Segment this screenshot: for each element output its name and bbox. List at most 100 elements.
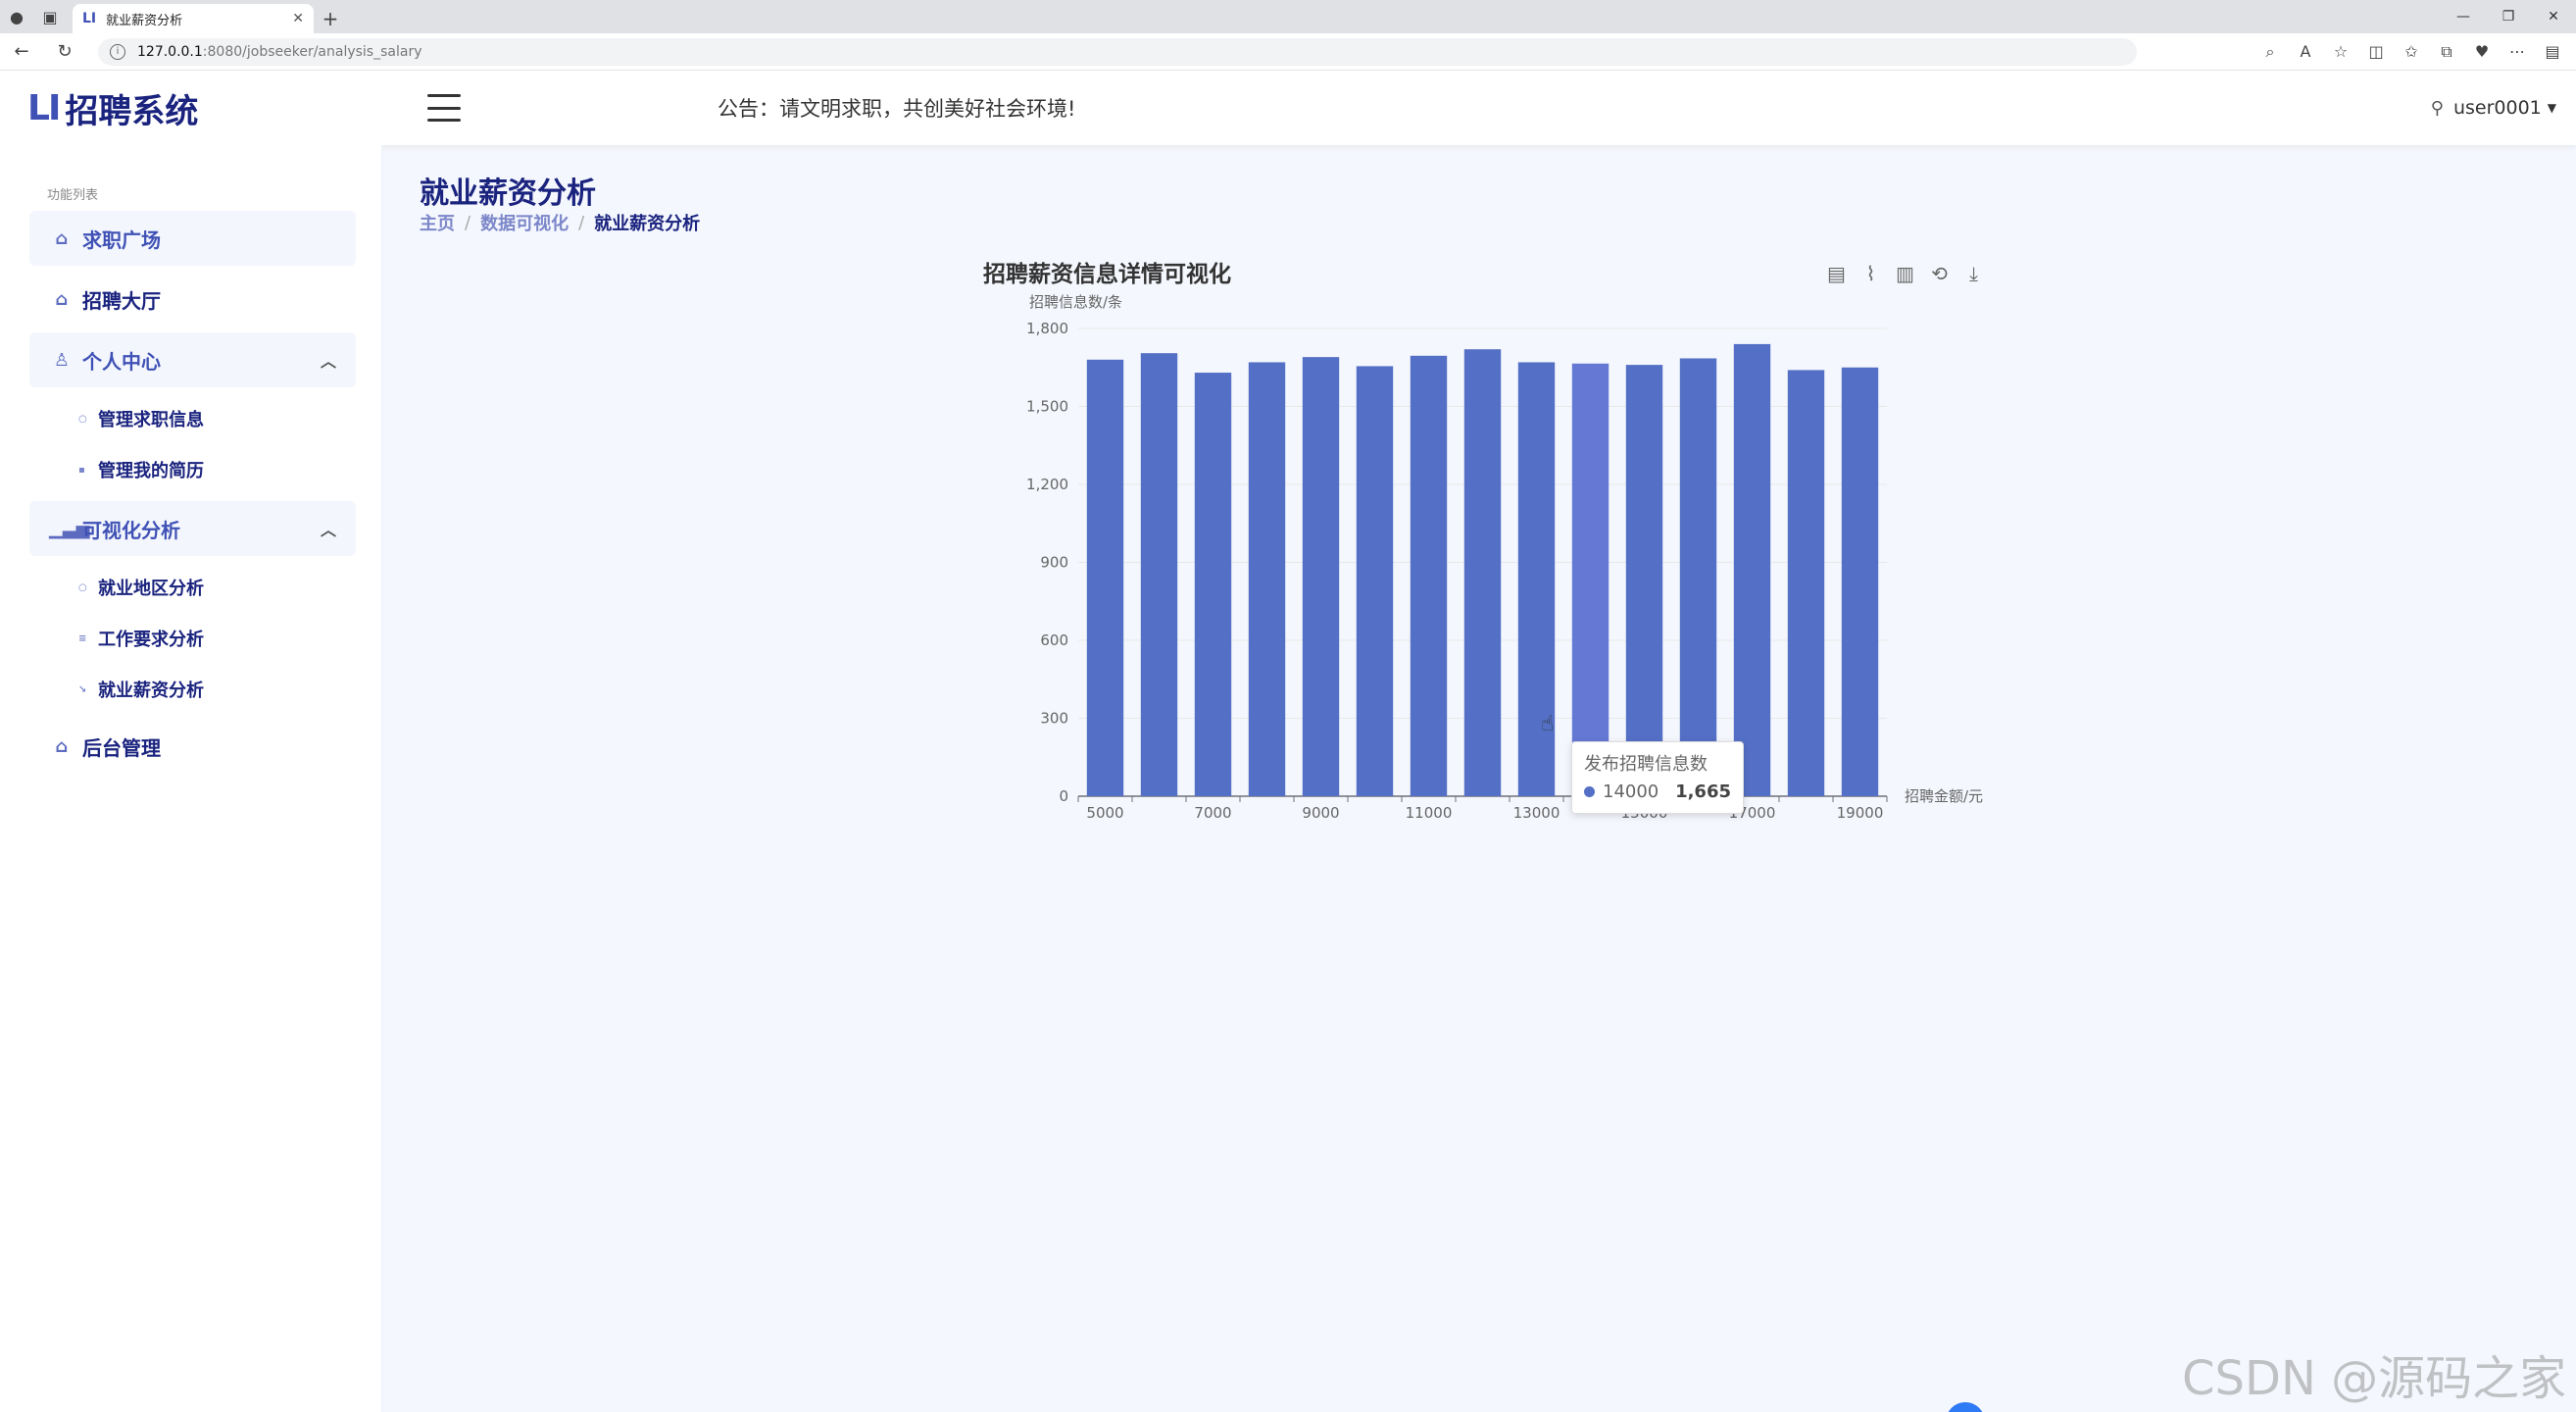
sidebar-caption: 功能列表 <box>47 188 99 203</box>
y-tick-label: 1,800 <box>1026 320 1068 337</box>
bar <box>1194 373 1232 796</box>
sidebar-item-hiring-hall[interactable]: ⌂ 招聘大厅 <box>29 272 356 327</box>
sidebar-toggle-icon[interactable]: ▤ <box>2535 33 2570 71</box>
hand-cursor-icon: ☝ <box>1541 712 1555 736</box>
browser-tab-bar: ● ▣ LI 就业薪资分析 ✕ + — ❐ ✕ <box>0 0 2576 33</box>
breadcrumb-separator: / <box>465 212 471 233</box>
sidebar-item-region-analysis[interactable]: ○ 就业地区分析 <box>0 562 381 613</box>
username: user0001 <box>2452 97 2542 119</box>
home-icon: ⌂ <box>55 227 69 249</box>
extension-icon[interactable]: ♥ <box>2464 33 2500 71</box>
new-tab-button[interactable]: + <box>314 4 347 33</box>
favorites-icon[interactable]: ✩ <box>2394 33 2429 71</box>
dot-icon: ▪ <box>78 464 85 476</box>
back-icon[interactable]: ← <box>0 33 43 71</box>
sidebar-item-requirement-analysis[interactable]: ≡ 工作要求分析 <box>0 613 381 664</box>
info-icon[interactable]: i <box>110 43 125 60</box>
url-host: 127.0.0.1 <box>137 43 203 60</box>
bar <box>1302 357 1340 796</box>
minimize-icon[interactable]: — <box>2441 0 2486 33</box>
x-tick-label: 9000 <box>1302 804 1339 822</box>
user-menu[interactable]: ⚲ user0001 ▼ <box>2431 97 2556 119</box>
bar <box>1463 349 1502 796</box>
tab-actions-icon[interactable]: ▣ <box>33 0 67 33</box>
more-icon[interactable]: ⋯ <box>2500 33 2535 71</box>
dot-icon: ○ <box>78 413 87 425</box>
bar <box>1356 366 1394 796</box>
bar <box>1571 363 1610 796</box>
logo-icon: LI <box>27 87 61 128</box>
y-tick-label: 600 <box>1040 631 1068 649</box>
series-dot-icon <box>1584 786 1595 797</box>
browser-toolbar: ⌕ A ☆ ◫ ✩ ⧉ ♥ ⋯ ▤ <box>2253 33 2570 71</box>
sidebar-item-label: 管理我的简历 <box>98 461 204 481</box>
address-bar: ← ↻ i 127.0.0.1 :8080/jobseeker/analysis… <box>0 33 2576 71</box>
read-aloud-icon[interactable]: A <box>2288 33 2323 71</box>
sidebar: 功能列表 ⌂ 求职广场 ⌂ 招聘大厅 ♙ 个人中心 ︿ ○ 管理求职信息 ▪ 管… <box>0 145 382 1412</box>
notice-text: 公告：请文明求职，共创美好社会环境! <box>718 97 1076 121</box>
url-field[interactable]: i 127.0.0.1 :8080/jobseeker/analysis_sal… <box>98 37 2137 66</box>
logo[interactable]: LI 招聘系统 <box>27 84 380 132</box>
chart-tooltip: 发布招聘信息数 14000 1,665 <box>1571 741 1744 814</box>
bar <box>1140 353 1178 796</box>
url-path: :8080/jobseeker/analysis_salary <box>202 43 422 60</box>
breadcrumb: 主页 / 数据可视化 / 就业薪资分析 <box>420 210 700 235</box>
breadcrumb-home[interactable]: 主页 <box>420 210 455 235</box>
sidebar-item-job-square[interactable]: ⌂ 求职广场 <box>29 211 356 266</box>
bar <box>1733 343 1771 796</box>
restore-icon[interactable]: ❐ <box>2486 0 2531 33</box>
x-tick-label: 19000 <box>1837 804 1884 822</box>
x-tick-label: 7000 <box>1194 804 1231 822</box>
y-tick-label: 300 <box>1040 710 1068 728</box>
y-axis-label: 招聘信息数/条 <box>1029 293 1122 311</box>
breadcrumb-visualization[interactable]: 数据可视化 <box>480 210 569 235</box>
sidebar-item-label: 招聘大厅 <box>82 288 161 313</box>
bar <box>1086 359 1124 796</box>
sidebar-item-visualization[interactable]: ▁▃▅ 可视化分析 ︿ <box>29 501 356 556</box>
menu-toggle-icon[interactable] <box>427 94 461 122</box>
page-title: 就业薪资分析 <box>420 176 596 211</box>
sidebar-item-manage-job-info[interactable]: ○ 管理求职信息 <box>0 393 381 444</box>
user-icon: ♙ <box>53 349 71 371</box>
bar <box>1410 355 1448 796</box>
profile-icon[interactable]: ● <box>0 0 33 33</box>
bar <box>1787 370 1825 796</box>
chevron-up-icon: ︿ <box>320 521 336 539</box>
sidebar-item-admin[interactable]: ⌂ 后台管理 <box>29 719 356 774</box>
sidebar-item-manage-resume[interactable]: ▪ 管理我的简历 <box>0 444 381 495</box>
breadcrumb-current: 就业薪资分析 <box>594 214 701 234</box>
sidebar-item-label: 可视化分析 <box>82 518 180 542</box>
favicon-icon: LI <box>82 11 97 26</box>
reload-icon[interactable]: ↻ <box>43 33 86 71</box>
logo-text: 招聘系统 <box>65 91 199 131</box>
bar <box>1841 367 1879 796</box>
sidebar-item-label: 管理求职信息 <box>98 410 204 430</box>
tab-title: 就业薪资分析 <box>106 13 183 28</box>
y-tick-label: 1,200 <box>1026 476 1068 493</box>
user-icon: ⚲ <box>2430 97 2444 119</box>
y-tick-label: 900 <box>1040 554 1068 572</box>
collections-icon[interactable]: ⧉ <box>2429 33 2464 71</box>
zoom-icon[interactable]: ⌕ <box>2253 33 2288 71</box>
sidebar-item-label: 就业薪资分析 <box>98 681 204 701</box>
x-tick-label: 5000 <box>1086 804 1123 822</box>
sidebar-item-label: 就业地区分析 <box>98 579 204 599</box>
floating-button[interactable] <box>1946 1402 1985 1412</box>
sidebar-item-salary-analysis[interactable]: ↘ 就业薪资分析 <box>0 664 381 715</box>
bar <box>1625 365 1663 796</box>
bar-chart-icon: ▁▃▅ <box>49 518 90 539</box>
split-screen-icon[interactable]: ◫ <box>2358 33 2394 71</box>
x-axis-label: 招聘金额/元 <box>1905 787 1983 805</box>
x-tick-label: 13000 <box>1513 804 1560 822</box>
sidebar-item-personal-center[interactable]: ♙ 个人中心 ︿ <box>29 332 356 387</box>
close-icon[interactable]: ✕ <box>292 11 304 26</box>
sidebar-item-label: 个人中心 <box>82 349 161 374</box>
chart-title: 招聘薪资信息详情可视化 <box>983 262 1231 287</box>
favorite-star-icon[interactable]: ☆ <box>2323 33 2358 71</box>
house-icon: ⌂ <box>55 288 69 310</box>
sidebar-item-label: 后台管理 <box>82 735 161 760</box>
window-close-icon[interactable]: ✕ <box>2531 0 2576 33</box>
salary-bar-chart: 招聘信息数/条 0 300 600 900 1,200 1,500 1,800 5000 7000… <box>1026 293 1983 822</box>
tooltip-category: 14000 <box>1603 782 1660 802</box>
browser-tab[interactable]: LI 就业薪资分析 ✕ <box>73 4 314 33</box>
